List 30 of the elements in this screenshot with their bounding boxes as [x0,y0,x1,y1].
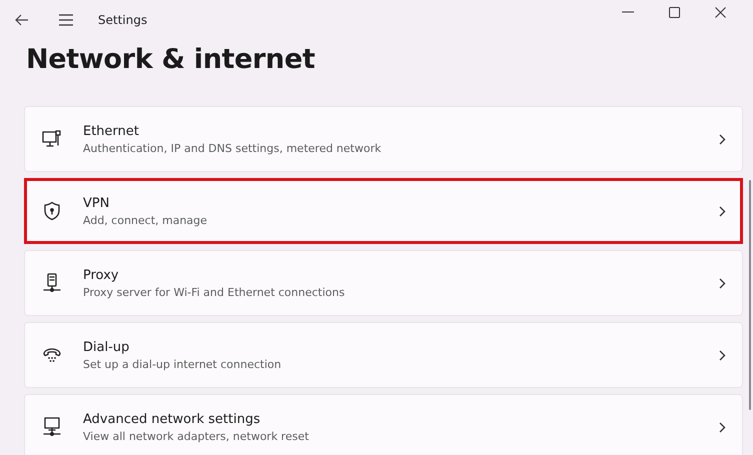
computer-network-icon [41,416,63,438]
item-description: Add, connect, manage [83,214,208,226]
item-description: Set up a dial-up internet connection [83,358,282,370]
item-description: View all network adapters, network reset [83,430,310,442]
maximize-icon[interactable] [668,6,680,18]
item-description: Authentication, IP and DNS settings, metered network [83,142,382,154]
settings-item[interactable]: Dial-up Set up a dial-up internet connection [24,322,743,388]
item-title: VPN [83,196,110,210]
chevron-icon [719,422,726,432]
item-title: Dial-up [83,340,130,354]
item-description: Proxy server for Wi-Fi and Ethernet connections [83,286,346,298]
chevron-icon [719,134,726,144]
chevron-icon [719,206,726,216]
chevron-icon [719,278,726,288]
menu-icon[interactable] [58,14,74,26]
settings-item[interactable]: Ethernet Authentication, IP and DNS settings, metered network [24,106,743,172]
window-title: Settings [98,13,148,27]
settings-item[interactable]: Advanced network settings View all network adapters, network reset [24,394,743,455]
page-title: Network & internet [26,43,316,77]
item-title: Ethernet [83,124,140,138]
close-icon[interactable] [714,6,726,18]
item-title: Proxy [83,268,120,282]
chevron-icon [719,350,726,360]
back-icon[interactable] [15,14,29,26]
server-icon [41,272,63,294]
settings-item[interactable]: VPN Add, connect, manage [24,178,743,244]
scrollbar[interactable] [749,180,751,410]
minimize-icon[interactable] [622,11,634,13]
item-title: Advanced network settings [83,412,262,426]
settings-item[interactable]: Proxy Proxy server for Wi-Fi and Ethernet connections [24,250,743,316]
